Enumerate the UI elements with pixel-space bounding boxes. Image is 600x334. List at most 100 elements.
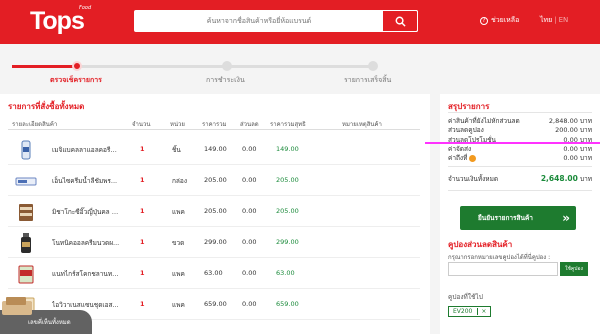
row-price: 205.00 xyxy=(204,207,227,215)
summary-value: 200.00 บาท xyxy=(555,126,592,134)
help-link[interactable]: ? ช่วยเหลือ xyxy=(480,15,519,26)
coupon-title: คูปองส่วนลดสินค้า xyxy=(448,240,513,249)
row-net: 63.00 xyxy=(276,269,295,277)
total-unit: บาท xyxy=(579,175,592,183)
row-price: 63.00 xyxy=(204,269,223,277)
table-row[interactable]: เอ็นไซครีมน้ำลีชัมพร... 1 กล่อง 205.00 0… xyxy=(8,165,420,196)
row-qty: 1 xyxy=(140,207,145,215)
product-name[interactable]: เมจิแบคลลาแอลคอรีบินไม่... xyxy=(52,145,120,155)
search-input[interactable] xyxy=(134,10,384,32)
product-image[interactable] xyxy=(14,200,38,224)
row-unit: แพค xyxy=(172,301,185,309)
row-unit: แพค xyxy=(172,270,185,278)
row-qty: 1 xyxy=(140,238,145,246)
remove-coupon-icon[interactable]: × xyxy=(477,308,486,315)
tops-logo[interactable]: Tops xyxy=(30,6,85,36)
help-icon: ? xyxy=(480,16,488,25)
row-discount: 0.00 xyxy=(242,269,257,277)
row-unit: กล่อง xyxy=(172,177,187,185)
row-discount: 0.00 xyxy=(242,176,257,184)
product-name[interactable]: แนทไกร์สโคกชลานทน... xyxy=(52,269,120,279)
step-label-payment: การชำระเงิน xyxy=(206,76,245,84)
summary-value: 0.00 บาท xyxy=(563,154,592,162)
row-discount: 0.00 xyxy=(242,238,257,246)
used-coupon-tag: EV200 × xyxy=(448,306,492,317)
step-label-review: ตรวจเช็ครายการ xyxy=(50,76,102,84)
cart-title: รายการที่สั่งซื้อทั้งหมด xyxy=(8,102,85,111)
product-image[interactable] xyxy=(14,169,38,193)
row-net: 205.00 xyxy=(276,207,299,215)
lang-separator: | xyxy=(554,16,557,24)
product-image[interactable] xyxy=(14,262,38,286)
row-net: 299.00 xyxy=(276,238,299,246)
lang-th[interactable]: ไทย xyxy=(540,16,552,24)
row-qty: 1 xyxy=(140,269,145,277)
top-header: Tops Food ? ช่วยเหลือ ไทย|EN xyxy=(0,0,600,44)
summary-divider xyxy=(448,166,592,167)
row-price: 149.00 xyxy=(204,145,227,153)
table-row[interactable]: มิชาโกะซีอิ๊วญี่ปุ่นคล 10... 1 แพค 205.0… xyxy=(8,196,420,227)
row-qty: 1 xyxy=(140,300,145,308)
product-image[interactable] xyxy=(14,138,38,162)
coupon-code-input[interactable] xyxy=(448,262,558,276)
step-dot-2 xyxy=(222,61,232,71)
row-price: 299.00 xyxy=(204,238,227,246)
summary-label: ส่วนลดคูปอง xyxy=(448,126,484,134)
col-unit: หน่วย xyxy=(170,121,185,128)
col-net: ราคารวมสุทธิ xyxy=(270,121,306,128)
header-divider xyxy=(8,129,420,130)
total-label: จำนวนเงินทั้งหมด xyxy=(448,175,499,183)
row-price: 205.00 xyxy=(204,176,227,184)
col-note: หมายเหตุสินค้า xyxy=(342,121,382,128)
row-net: 149.00 xyxy=(276,145,299,153)
row-discount: 0.00 xyxy=(242,300,257,308)
product-name[interactable]: เอ็นไซครีมน้ำลีชัมพร... xyxy=(52,176,120,186)
step-dot-3 xyxy=(368,61,378,71)
product-name[interactable]: โนทนิคออลครีมนวดผ... xyxy=(52,238,120,248)
search-icon xyxy=(395,16,406,27)
row-net: 205.00 xyxy=(276,176,299,184)
col-product: รายละเอียดสินค้า xyxy=(12,121,58,128)
row-net: 659.00 xyxy=(276,300,299,308)
confirm-label: ยืนยันรายการสินค้า xyxy=(478,214,533,222)
step-line-done xyxy=(12,65,78,68)
col-price: ราคารวม xyxy=(202,121,227,128)
language-switch: ไทย | EN xyxy=(540,15,568,26)
used-coupon-code: EV200 xyxy=(453,308,473,315)
summary-label: ค่าถึงที่ xyxy=(448,154,468,162)
col-qty: จำนวน xyxy=(132,121,151,128)
summary-row-fee: ค่าถึงที่ 0.00 บาท xyxy=(448,153,592,163)
confirm-order-button[interactable]: ยืนยันรายการสินค้า » xyxy=(460,206,576,230)
row-qty: 1 xyxy=(140,176,145,184)
table-row[interactable]: แนทไกร์สโคกชลานทน... 1 แพค 63.00 0.00 63… xyxy=(8,258,420,289)
row-qty: 1 xyxy=(140,145,145,153)
lang-en[interactable]: EN xyxy=(559,16,569,24)
search-bar xyxy=(134,10,418,32)
total-value: 2,648.00 xyxy=(540,174,578,183)
summary-total: จำนวนเงินทั้งหมด 2,648.00 บาท xyxy=(448,174,592,184)
row-price: 659.00 xyxy=(204,300,227,308)
highlight-line xyxy=(425,142,600,144)
search-button[interactable] xyxy=(382,10,418,32)
row-discount: 0.00 xyxy=(242,207,257,215)
logo-food-mark: Food xyxy=(79,5,92,11)
table-row[interactable]: โนทนิคออลครีมนวดผ... 1 ขวด 299.00 0.00 2… xyxy=(8,227,420,258)
toast-product-image xyxy=(2,297,32,315)
checkout-steps: ตรวจเช็ครายการ การชำระเงิน รายการเสร็จสิ… xyxy=(0,44,600,90)
cart-panel: รายการที่สั่งซื้อทั้งหมด รายละเอียดสินค้… xyxy=(0,94,430,334)
coupon-subtitle: กรุณากรอกหมายเลขคูปองได้ที่นี่คูปอง : xyxy=(448,254,551,261)
table-row[interactable]: เมจิแบคลลาแอลคอรีบินไม่... 1 ชิ้น 149.00… xyxy=(8,134,420,165)
summary-divider xyxy=(448,190,592,191)
summary-divider xyxy=(448,112,592,113)
coin-icon xyxy=(469,154,477,162)
product-name[interactable]: มิชาโกะซีอิ๊วญี่ปุ่นคล 10... xyxy=(52,207,120,217)
step-label-complete: รายการเสร็จสิ้น xyxy=(344,76,392,84)
summary-row-coupon: ส่วนลดคูปอง 200.00 บาท xyxy=(448,125,592,135)
apply-coupon-button[interactable]: ใช้คูปอง xyxy=(560,262,588,276)
used-coupon-label: คูปองที่ใช้ไป xyxy=(448,293,483,301)
row-unit: ขวด xyxy=(172,239,185,247)
product-name[interactable]: ไอวิวาเนสแซนชุดเอส... xyxy=(52,300,120,310)
double-chevron-right-icon: » xyxy=(562,211,570,225)
toast-text: เลขคี่เห็นทั้งหมด xyxy=(28,319,71,326)
product-image[interactable] xyxy=(14,231,38,255)
